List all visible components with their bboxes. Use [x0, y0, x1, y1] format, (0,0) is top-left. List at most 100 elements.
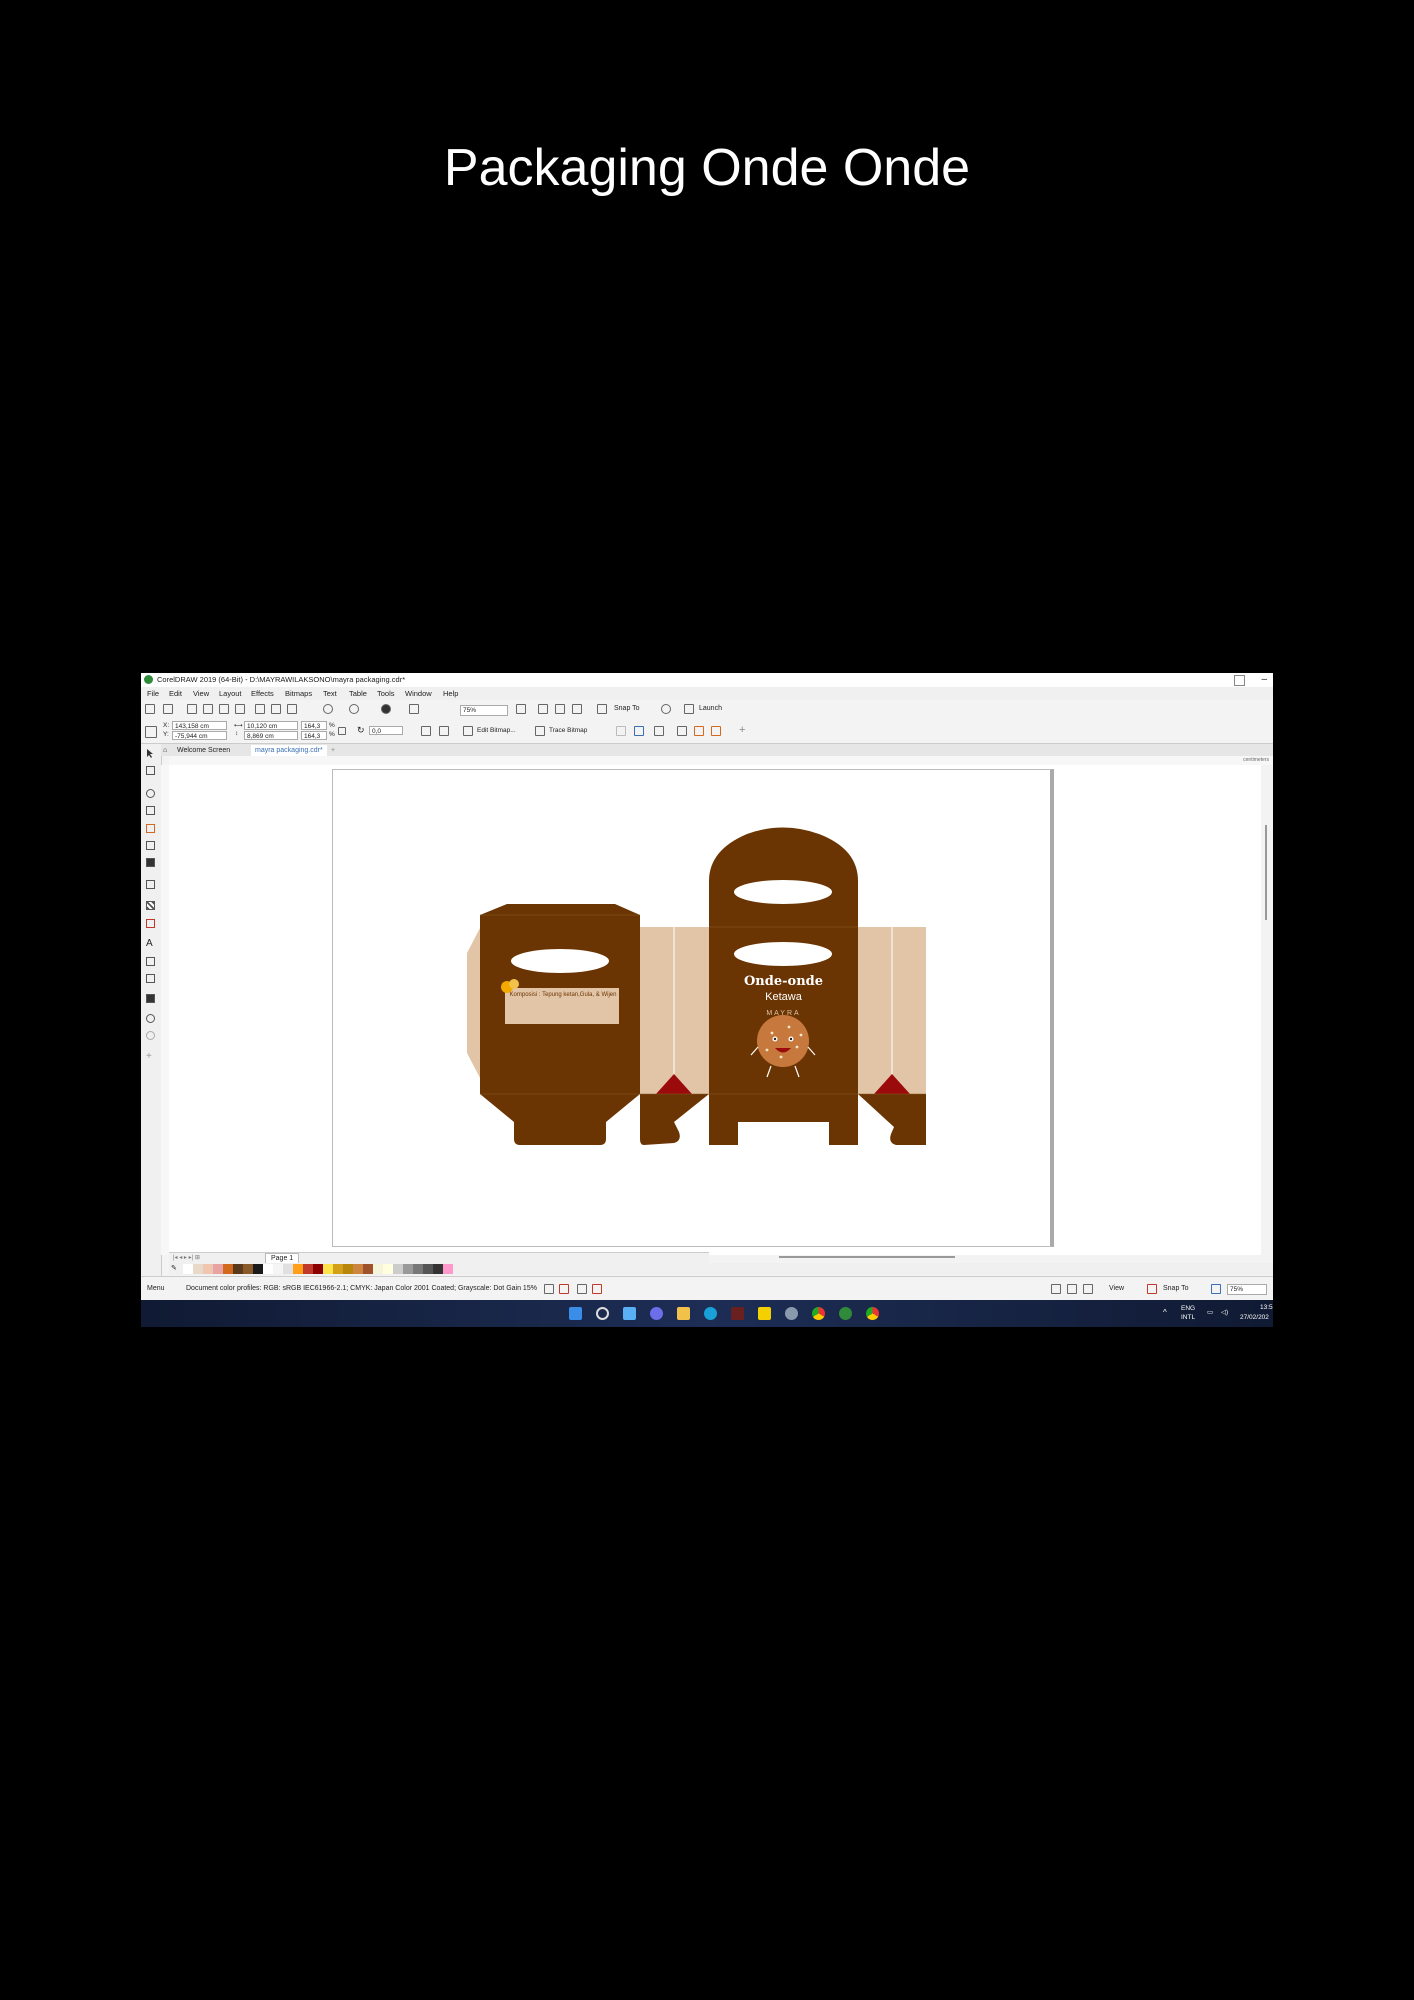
freehand-tool-icon[interactable] [146, 806, 155, 815]
mirror-horizontal-icon[interactable] [421, 726, 431, 736]
crop-tool-icon[interactable] [146, 789, 155, 798]
color-swatch[interactable] [283, 1264, 293, 1274]
view-dropdown[interactable]: View [1109, 1285, 1124, 1292]
menu-help[interactable]: Help [443, 689, 458, 698]
minimize-button[interactable]: – [1261, 674, 1267, 685]
file-explorer-icon[interactable] [677, 1307, 690, 1320]
eyedropper-icon[interactable]: ✎ [171, 1264, 177, 1272]
options-gear-icon[interactable] [661, 704, 671, 714]
guidelines-status-icon[interactable] [1051, 1284, 1061, 1294]
color-swatch[interactable] [193, 1264, 203, 1274]
edit-bitmap-button[interactable]: Edit Bitmap... [477, 727, 516, 734]
mirror-vertical-icon[interactable] [439, 726, 449, 736]
pattern-tool-icon[interactable] [146, 901, 155, 910]
layers-icon[interactable] [1067, 1284, 1077, 1294]
dynamic-guides-icon[interactable] [1083, 1284, 1093, 1294]
clock-time[interactable]: 13:5 [1260, 1304, 1273, 1311]
align-icon[interactable] [677, 726, 687, 736]
x-position-field[interactable]: 143,158 cm [172, 721, 227, 730]
shape-tool-icon[interactable] [146, 766, 155, 775]
menu-file[interactable]: File [147, 689, 159, 698]
no-fill-icon[interactable] [559, 1284, 569, 1294]
undo-icon[interactable] [323, 704, 333, 714]
redo-tool-icon[interactable] [146, 1031, 155, 1040]
add-property-icon[interactable]: + [739, 724, 745, 736]
search-icon[interactable] [596, 1307, 609, 1320]
zoom-level-field[interactable]: 75% [460, 705, 508, 716]
sticky-notes-icon[interactable] [758, 1307, 771, 1320]
bitmap-mask-icon[interactable] [616, 726, 626, 736]
crop-bitmap-icon[interactable] [654, 726, 664, 736]
rectangle-tool-icon[interactable] [146, 880, 155, 889]
y-position-field[interactable]: -75,944 cm [172, 731, 227, 740]
start-icon[interactable] [569, 1307, 582, 1320]
new-tab-button[interactable]: + [327, 745, 339, 756]
send-backward-icon[interactable] [711, 726, 721, 736]
color-swatch[interactable] [343, 1264, 353, 1274]
snap-to-label[interactable]: Snap To [614, 705, 640, 712]
vertical-scroll-thumb[interactable] [1265, 825, 1267, 920]
color-swatch[interactable] [253, 1264, 263, 1274]
drawing-canvas[interactable]: Onde-onde Ketawa MAYRA Komposisi : Tepun… [169, 765, 1262, 1255]
trace-bitmap-button[interactable]: Trace Bitmap [549, 727, 587, 734]
color-swatch[interactable] [213, 1264, 223, 1274]
home-icon[interactable]: ⌂ [161, 745, 171, 756]
color-swatch[interactable] [353, 1264, 363, 1274]
color-swatch[interactable] [203, 1264, 213, 1274]
width-field[interactable]: 10,120 cm [244, 721, 298, 730]
snap-status-icon[interactable] [1147, 1284, 1157, 1294]
tab-mayra-packaging[interactable]: mayra packaging.cdr* [251, 745, 327, 756]
chrome-icon[interactable] [812, 1307, 825, 1320]
menu-window[interactable]: Window [405, 689, 432, 698]
cut-icon[interactable] [255, 704, 265, 714]
edit-bitmap-icon[interactable] [463, 726, 473, 736]
parallel-dimension-icon[interactable] [146, 957, 155, 966]
rotation-angle-field[interactable]: 0,0 [369, 726, 403, 735]
color-swatch[interactable] [383, 1264, 393, 1274]
settings-icon[interactable] [785, 1307, 798, 1320]
color-swatch[interactable] [273, 1264, 283, 1274]
connector-tool-icon[interactable] [146, 974, 155, 983]
resample-icon[interactable] [634, 726, 644, 736]
paste-icon[interactable] [287, 704, 297, 714]
menu-layout[interactable]: Layout [219, 689, 242, 698]
menu-edit[interactable]: Edit [169, 689, 182, 698]
color-swatch[interactable] [393, 1264, 403, 1274]
color-swatch[interactable] [443, 1264, 453, 1274]
open-icon[interactable] [163, 704, 173, 714]
no-outline-icon[interactable] [592, 1284, 602, 1294]
color-swatch[interactable] [293, 1264, 303, 1274]
import-icon[interactable] [203, 704, 213, 714]
fill-indicator-icon[interactable] [544, 1284, 554, 1294]
network-icon[interactable]: ▭ [1207, 1308, 1213, 1316]
edge-icon[interactable] [704, 1307, 717, 1320]
object-origin-icon[interactable] [145, 726, 157, 738]
tab-welcome-screen[interactable]: Welcome Screen [173, 745, 234, 756]
color-swatch[interactable] [333, 1264, 343, 1274]
show-guidelines-icon[interactable] [572, 704, 582, 714]
color-swatch[interactable] [403, 1264, 413, 1274]
print-icon[interactable] [235, 704, 245, 714]
launch-icon[interactable] [684, 704, 694, 714]
add-tool-icon[interactable]: + [146, 1052, 155, 1062]
horizontal-scroll-thumb[interactable] [779, 1256, 955, 1258]
export-icon[interactable] [219, 704, 229, 714]
outline-pen-icon[interactable] [577, 1284, 587, 1294]
lock-ratio-icon[interactable] [338, 727, 346, 735]
clock-date[interactable]: 27/02/202 [1240, 1314, 1269, 1321]
menu-effects[interactable]: Effects [251, 689, 274, 698]
illustrator-icon[interactable] [731, 1307, 744, 1320]
full-screen-icon[interactable] [516, 704, 526, 714]
corel-connect-icon[interactable] [381, 704, 391, 714]
bring-forward-icon[interactable] [694, 726, 704, 736]
language-indicator[interactable]: ENG [1181, 1305, 1195, 1312]
color-swatch[interactable] [223, 1264, 233, 1274]
chrome-profile-icon[interactable] [866, 1307, 879, 1320]
menu-text[interactable]: Text [323, 689, 337, 698]
chat-icon[interactable] [650, 1307, 663, 1320]
coreldraw-taskbar-icon[interactable] [839, 1307, 852, 1320]
tray-overflow-icon[interactable]: ^ [1163, 1308, 1167, 1317]
vertical-scrollbar[interactable] [1261, 765, 1273, 1255]
color-swatch[interactable] [423, 1264, 433, 1274]
color-swatch[interactable] [183, 1264, 193, 1274]
